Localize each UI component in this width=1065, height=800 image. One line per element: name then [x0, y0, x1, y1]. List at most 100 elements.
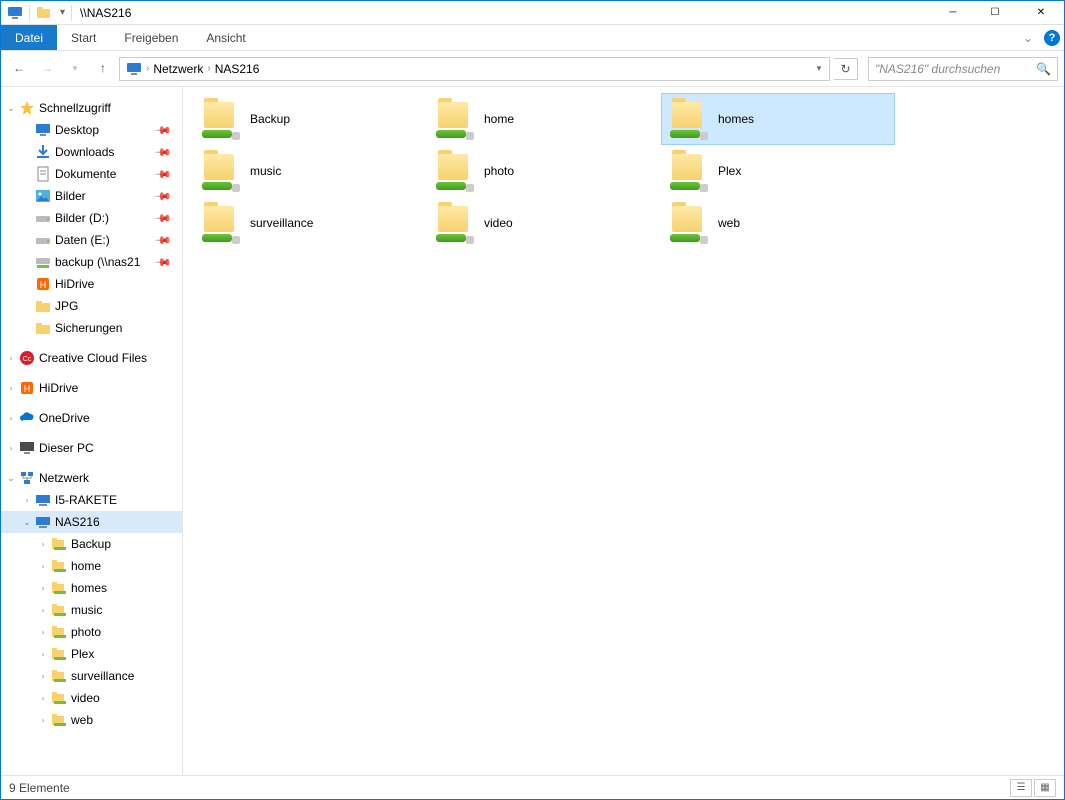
- folder-item-label: Backup: [250, 112, 290, 126]
- expand-icon[interactable]: ›: [21, 495, 33, 505]
- help-button[interactable]: ?: [1040, 25, 1064, 50]
- navigation-tree[interactable]: ⌄SchnellzugriffDesktop📌Downloads📌Dokumen…: [1, 87, 183, 775]
- folder-item[interactable]: surveillance: [193, 197, 427, 249]
- tree-item-label: I5-RAKETE: [55, 493, 117, 507]
- recent-dropdown[interactable]: ▾: [63, 57, 87, 81]
- expand-icon[interactable]: ›: [5, 413, 17, 423]
- tree-item-label: web: [71, 713, 93, 727]
- expand-icon[interactable]: ›: [5, 353, 17, 363]
- tree-item[interactable]: Dokumente📌: [1, 163, 182, 185]
- tree-item[interactable]: › web: [1, 709, 182, 731]
- tree-item[interactable]: ⌄Netzwerk: [1, 467, 182, 489]
- close-button[interactable]: ✕: [1018, 1, 1064, 25]
- tree-item[interactable]: ›homes: [1, 577, 182, 599]
- expand-icon[interactable]: ›: [5, 383, 17, 393]
- expand-icon[interactable]: ›: [37, 627, 49, 637]
- tree-item[interactable]: ›CcCreative Cloud Files: [1, 347, 182, 369]
- desktop-icon: [35, 122, 51, 138]
- tree-item[interactable]: ›Backup: [1, 533, 182, 555]
- tree-item[interactable]: Desktop📌: [1, 119, 182, 141]
- details-view-button[interactable]: ☰: [1010, 779, 1032, 797]
- tree-item[interactable]: ›home: [1, 555, 182, 577]
- drive-icon: [35, 210, 51, 226]
- folder-item[interactable]: music: [193, 145, 427, 197]
- forward-button[interactable]: →: [35, 57, 59, 81]
- ribbon-tab-start[interactable]: Start: [57, 25, 110, 50]
- ribbon-tab-share[interactable]: Freigeben: [110, 25, 192, 50]
- tree-item[interactable]: Bilder📌: [1, 185, 182, 207]
- folder-item[interactable]: Backup: [193, 93, 427, 145]
- expand-icon[interactable]: ›: [5, 443, 17, 453]
- tree-item-label: photo: [71, 625, 101, 639]
- tree-item-label: Plex: [71, 647, 94, 661]
- netdrive-icon: [35, 254, 51, 270]
- expand-icon[interactable]: ›: [37, 671, 49, 681]
- ribbon-file-tab[interactable]: Datei: [1, 25, 57, 50]
- collapse-icon[interactable]: ⌄: [5, 103, 17, 114]
- tree-item-label: music: [71, 603, 102, 617]
- tree-item-label: Daten (E:): [55, 233, 110, 247]
- back-button[interactable]: ←: [7, 57, 31, 81]
- collapse-icon[interactable]: ⌄: [5, 473, 17, 484]
- tree-item[interactable]: › video: [1, 687, 182, 709]
- tree-item[interactable]: ⌄Schnellzugriff: [1, 97, 182, 119]
- tree-item[interactable]: Bilder (D:)📌: [1, 207, 182, 229]
- tree-item[interactable]: ⌄ NAS216: [1, 511, 182, 533]
- tree-item-label: video: [71, 691, 100, 705]
- folder-item[interactable]: video: [427, 197, 661, 249]
- tree-item[interactable]: backup (\\nas21📌: [1, 251, 182, 273]
- tree-item[interactable]: HHiDrive: [1, 273, 182, 295]
- maximize-button[interactable]: ☐: [972, 1, 1018, 25]
- folder-item[interactable]: photo: [427, 145, 661, 197]
- expand-icon[interactable]: ›: [37, 539, 49, 549]
- tree-item[interactable]: › music: [1, 599, 182, 621]
- tree-item[interactable]: › photo: [1, 621, 182, 643]
- up-button[interactable]: ↑: [91, 57, 115, 81]
- collapse-icon[interactable]: ⌄: [21, 517, 33, 528]
- tree-item-label: NAS216: [55, 515, 100, 529]
- share-icon: [51, 580, 67, 596]
- tree-item[interactable]: Daten (E:)📌: [1, 229, 182, 251]
- network-folder-icon: [200, 202, 242, 244]
- breadcrumb-nas216[interactable]: NAS216: [211, 62, 264, 76]
- folder-item[interactable]: web: [661, 197, 895, 249]
- tree-item[interactable]: › I5-RAKETE: [1, 489, 182, 511]
- search-input[interactable]: "NAS216" durchsuchen 🔍: [868, 57, 1058, 81]
- svg-text:H: H: [40, 280, 47, 290]
- tree-item[interactable]: ›Dieser PC: [1, 437, 182, 459]
- qat-dropdown-icon[interactable]: ▾: [60, 7, 65, 18]
- network-folder-icon: [434, 98, 476, 140]
- tree-item[interactable]: ›surveillance: [1, 665, 182, 687]
- ribbon-collapse-icon[interactable]: ⌄: [1016, 25, 1040, 50]
- folder-item[interactable]: home: [427, 93, 661, 145]
- tree-item[interactable]: JPG: [1, 295, 182, 317]
- ribbon-tab-view[interactable]: Ansicht: [192, 25, 259, 50]
- folder-item[interactable]: Plex: [661, 145, 895, 197]
- icons-view-button[interactable]: ▦: [1034, 779, 1056, 797]
- expand-icon[interactable]: ›: [37, 649, 49, 659]
- expand-icon[interactable]: ›: [37, 693, 49, 703]
- window-title: \\NAS216: [80, 6, 131, 20]
- tree-item[interactable]: › Plex: [1, 643, 182, 665]
- address-bar[interactable]: › Netzwerk › NAS216 ▾: [119, 57, 830, 81]
- expand-icon[interactable]: ›: [37, 583, 49, 593]
- expand-icon[interactable]: ›: [37, 605, 49, 615]
- qat-new-folder-icon[interactable]: [36, 5, 52, 21]
- tree-item[interactable]: ›HHiDrive: [1, 377, 182, 399]
- expand-icon[interactable]: ›: [37, 561, 49, 571]
- network-icon: [19, 470, 35, 486]
- content-pane[interactable]: Backup homehomes musicphotoPlex surveillanc…: [183, 87, 1064, 775]
- pc-icon: [19, 440, 35, 456]
- breadcrumb-network[interactable]: Netzwerk: [149, 62, 207, 76]
- refresh-button[interactable]: ↻: [834, 58, 858, 80]
- address-icon: [126, 61, 142, 77]
- address-history-icon[interactable]: ▾: [811, 63, 827, 74]
- minimize-button[interactable]: ─: [926, 1, 972, 25]
- tree-item[interactable]: Sicherungen: [1, 317, 182, 339]
- folder-icon: [35, 298, 51, 314]
- ribbon: Datei Start Freigeben Ansicht ⌄ ?: [1, 25, 1064, 51]
- expand-icon[interactable]: ›: [37, 715, 49, 725]
- tree-item[interactable]: Downloads📌: [1, 141, 182, 163]
- tree-item[interactable]: ›OneDrive: [1, 407, 182, 429]
- folder-item[interactable]: homes: [661, 93, 895, 145]
